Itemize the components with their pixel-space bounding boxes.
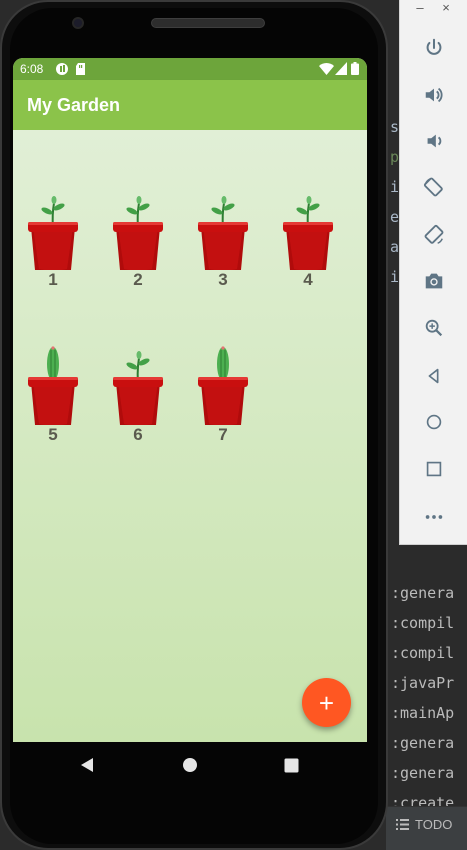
nav-back-button[interactable] [77, 755, 97, 775]
code-char: s [390, 118, 400, 136]
app-title: My Garden [27, 95, 121, 115]
screenshot-button[interactable] [419, 266, 449, 296]
sprout-pot-icon [113, 196, 163, 270]
sprout-pot-icon [198, 196, 248, 270]
emulator-back-button[interactable] [419, 361, 449, 391]
volume-down-icon [427, 134, 442, 148]
ide-bottom-toolbar: TODO [386, 806, 467, 850]
emulator-overview-button[interactable] [419, 454, 449, 484]
app-bar: My Garden [13, 80, 367, 130]
log-line: :javaPr [391, 674, 455, 692]
nav-recents-button[interactable] [281, 755, 301, 775]
code-char: i [390, 268, 400, 286]
plant-number-label: 3 [218, 270, 228, 289]
plant-number-label: 5 [48, 425, 58, 444]
camera-icon [425, 273, 443, 289]
zoom-button[interactable] [419, 313, 449, 343]
add-plant-button[interactable]: + [302, 678, 351, 727]
nav-home-button[interactable] [180, 755, 200, 775]
power-icon [426, 38, 442, 55]
plant-item[interactable]: 2 [108, 185, 168, 295]
plant-number-label: 2 [133, 270, 143, 289]
plant-number-label: 1 [48, 270, 58, 289]
battery-icon [351, 62, 359, 75]
close-button[interactable]: × [434, 0, 458, 18]
sprout-pot-icon [113, 351, 163, 425]
todo-tab[interactable]: TODO [396, 817, 452, 832]
navigation-bar [13, 742, 367, 788]
plant-number-label: 6 [133, 425, 143, 444]
volume-down-button[interactable] [419, 126, 449, 156]
back-icon [81, 758, 93, 772]
plant-item[interactable]: 4 [278, 185, 338, 295]
back-icon [428, 368, 439, 384]
plant-number-label: 4 [303, 270, 313, 289]
minimize-button[interactable]: – [408, 0, 432, 18]
plant-item[interactable]: 7 [193, 340, 253, 450]
home-icon [426, 414, 442, 430]
volume-up-button[interactable] [419, 80, 449, 110]
list-icon [396, 819, 409, 830]
plant-item[interactable]: 6 [108, 340, 168, 450]
code-char: e [390, 208, 400, 226]
sd-card-icon [76, 63, 85, 75]
status-bar: 6:08 [13, 58, 367, 80]
garden-grid: 1 2 3 4 5 6 7 [13, 130, 367, 742]
rotate-right-icon [424, 224, 444, 244]
plant-number-label: 7 [218, 425, 228, 444]
wifi-icon [319, 63, 334, 75]
rotate-right-button[interactable] [419, 220, 449, 250]
front-camera [72, 17, 84, 29]
code-char: a [390, 238, 400, 256]
notification-icon [56, 63, 68, 75]
sprout-pot-icon [283, 196, 333, 270]
cell-signal-icon [335, 62, 347, 75]
todo-label: TODO [415, 817, 453, 832]
sprout-pot-icon [28, 196, 78, 270]
status-time: 6:08 [20, 62, 44, 76]
more-button[interactable] [419, 502, 449, 532]
power-button[interactable] [419, 33, 449, 63]
plant-item[interactable]: 5 [23, 340, 83, 450]
log-line: :mainAp [391, 704, 455, 722]
plant-item[interactable]: 1 [23, 185, 83, 295]
recents-icon [284, 758, 298, 772]
rotate-left-button[interactable] [419, 172, 449, 202]
code-char: p [390, 148, 400, 166]
overview-icon [426, 461, 442, 477]
emulator-toolbar: – × [399, 0, 467, 545]
log-line: :compil [391, 614, 455, 632]
volume-up-icon [425, 87, 443, 103]
log-line: :genera [391, 734, 455, 752]
plus-icon: + [318, 687, 335, 718]
rotate-left-icon [423, 177, 443, 197]
log-line: :genera [391, 584, 455, 602]
plant-item[interactable]: 3 [193, 185, 253, 295]
more-icon [425, 515, 443, 519]
log-line: :genera [391, 764, 455, 782]
cactus-pot-icon [198, 346, 248, 425]
home-icon [183, 758, 197, 772]
emulator-home-button[interactable] [419, 407, 449, 437]
device-screen: 6:08 My Garden 1 2 3 4 5 6 7 + [13, 58, 367, 742]
cactus-pot-icon [28, 346, 78, 425]
zoom-icon [425, 319, 443, 337]
code-char: i [390, 178, 400, 196]
log-line: :compil [391, 644, 455, 662]
speaker-grille [151, 18, 265, 28]
